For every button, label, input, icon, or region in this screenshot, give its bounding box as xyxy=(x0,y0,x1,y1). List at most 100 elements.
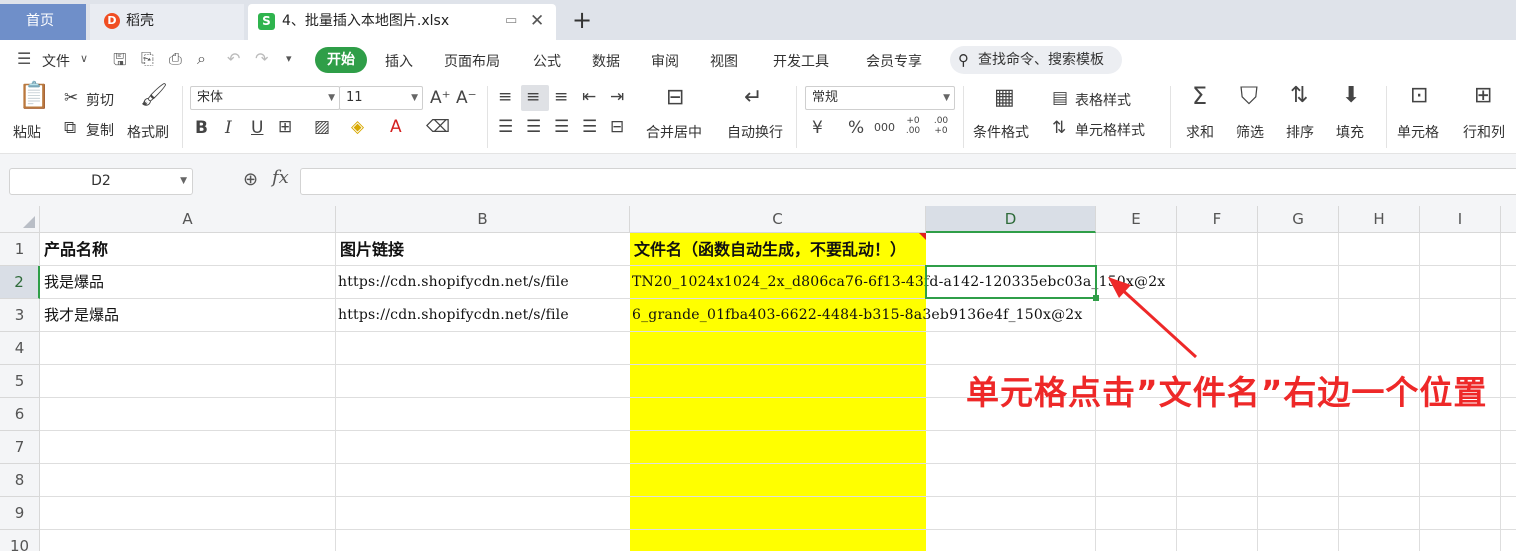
command-search[interactable]: ⚲ 查找命令、搜索模板 xyxy=(950,46,1122,74)
merge-center-button[interactable]: 合并居中 xyxy=(646,122,702,142)
fill-button[interactable]: 填充 xyxy=(1336,122,1364,142)
align-center-icon[interactable]: ☰ xyxy=(526,117,541,137)
save-icon[interactable]: 🖫 xyxy=(113,49,127,76)
tab-member[interactable]: 会员专享 xyxy=(866,51,922,71)
sum-button[interactable]: 求和 xyxy=(1186,122,1214,142)
cell-fill-icon[interactable]: ▨ xyxy=(314,117,330,137)
align-right-icon[interactable]: ☰ xyxy=(554,117,569,137)
row-header-7[interactable]: 7 xyxy=(0,431,40,464)
font-name-select[interactable]: 宋体 ▼ xyxy=(190,86,340,110)
tab-current-file[interactable]: S 4、批量插入本地图片.xlsx ▭ ✕ xyxy=(248,4,556,40)
align-middle-icon[interactable]: ≡ xyxy=(526,87,540,107)
filter-button[interactable]: 筛选 xyxy=(1236,122,1264,142)
tab-data[interactable]: 数据 xyxy=(592,51,620,71)
number-format-select[interactable]: 常规 ▼ xyxy=(805,86,955,110)
zoom-formula-icon[interactable]: ⊕ xyxy=(243,169,258,190)
format-painter-icon[interactable]: 🖌 xyxy=(140,85,168,107)
tab-home[interactable]: 首页 xyxy=(0,4,86,40)
tab-developer[interactable]: 开发工具 xyxy=(773,51,829,71)
decrease-font-icon[interactable]: A⁻ xyxy=(456,88,477,108)
tab-formulas[interactable]: 公式 xyxy=(533,51,561,71)
selected-cell-d2[interactable] xyxy=(925,265,1099,301)
border-icon[interactable]: ⊞ xyxy=(278,117,292,137)
print-preview-icon[interactable]: ⌕ xyxy=(197,49,206,69)
redo-icon[interactable]: ↷ xyxy=(255,49,268,68)
cell-style-icon[interactable]: ⇅ xyxy=(1052,118,1066,138)
column-header-i[interactable]: I xyxy=(1420,206,1501,233)
indent-icon[interactable]: ⇥ xyxy=(610,87,624,107)
cell-b2[interactable]: https://cdn.shopifycdn.net/s/file xyxy=(338,266,569,299)
row-header-5[interactable]: 5 xyxy=(0,365,40,398)
column-header-a[interactable]: A xyxy=(40,206,336,233)
row-header-1[interactable]: 1 xyxy=(0,233,40,266)
sheet-grid[interactable]: A B C D E F G H I 1 2 3 4 5 6 7 8 9 10 产… xyxy=(0,206,1516,551)
chevron-down-icon[interactable]: ∨ xyxy=(80,52,88,65)
hamburger-icon[interactable]: ☰ xyxy=(17,49,31,68)
undo-icon[interactable]: ↶ xyxy=(227,49,240,68)
monitor-icon[interactable]: ▭ xyxy=(505,4,517,38)
decrease-decimal-button[interactable]: .00 +0 xyxy=(930,116,952,136)
tab-start[interactable]: 开始 xyxy=(315,47,367,73)
table-style-icon[interactable]: ▤ xyxy=(1052,88,1068,108)
row-header-10[interactable]: 10 xyxy=(0,530,40,551)
align-bottom-icon[interactable]: ≡ xyxy=(554,87,568,107)
close-icon[interactable]: ✕ xyxy=(530,4,544,38)
bold-button[interactable]: B xyxy=(195,118,208,138)
italic-button[interactable]: I xyxy=(225,118,232,138)
wrap-text-icon[interactable]: ↵ xyxy=(744,87,762,109)
copy-icon[interactable]: ⧉ xyxy=(64,118,76,138)
sum-icon[interactable]: Σ xyxy=(1192,84,1207,108)
select-all-corner[interactable] xyxy=(0,206,40,233)
print-icon[interactable]: ⎙ xyxy=(169,49,182,69)
increase-decimal-button[interactable]: +0 .00 xyxy=(902,116,924,136)
eraser-icon[interactable]: ⌫ xyxy=(426,117,450,137)
table-style-button[interactable]: 表格样式 xyxy=(1075,90,1131,110)
sort-icon[interactable]: ⇅ xyxy=(1290,85,1308,107)
cell-b3[interactable]: https://cdn.shopifycdn.net/s/file xyxy=(338,299,569,332)
name-box[interactable]: D2 ▼ xyxy=(9,168,193,195)
tab-daoke[interactable]: D 稻壳 xyxy=(90,4,244,40)
new-tab-button[interactable]: + xyxy=(572,5,592,35)
format-painter-button[interactable]: 格式刷 xyxy=(127,122,169,142)
justify-icon[interactable]: ☰ xyxy=(582,117,597,137)
column-header-g[interactable]: G xyxy=(1258,206,1339,233)
export-icon[interactable]: ⎘ xyxy=(141,49,154,69)
cell-c1[interactable]: 文件名（函数自动生成，不要乱动！） xyxy=(634,233,906,266)
scissors-icon[interactable]: ✂ xyxy=(64,88,78,108)
sort-button[interactable]: 排序 xyxy=(1286,122,1314,142)
formula-input[interactable] xyxy=(300,168,1516,195)
cell-style-button[interactable]: 单元格样式 xyxy=(1075,120,1145,140)
font-color-icon[interactable]: A xyxy=(390,117,402,137)
increase-font-icon[interactable]: A⁺ xyxy=(430,88,451,108)
paste-icon[interactable]: 📋 xyxy=(18,83,50,109)
fill-color-icon[interactable]: ◈ xyxy=(351,117,364,137)
row-header-6[interactable]: 6 xyxy=(0,398,40,431)
cut-button[interactable]: 剪切 xyxy=(86,90,114,110)
cell-c3[interactable]: 6_grande_01fba403-6622-4484-b315-8a3eb91… xyxy=(632,299,1083,332)
conditional-format-icon[interactable]: ▦ xyxy=(994,87,1015,109)
row-header-4[interactable]: 4 xyxy=(0,332,40,365)
conditional-format-button[interactable]: 条件格式 xyxy=(973,122,1029,142)
outdent-icon[interactable]: ⇤ xyxy=(582,87,596,107)
column-header-j[interactable] xyxy=(1501,206,1516,233)
menu-file[interactable]: 文件 xyxy=(42,51,70,71)
fx-icon[interactable]: fx xyxy=(272,167,289,188)
currency-button[interactable]: ¥ xyxy=(812,118,823,138)
tab-review[interactable]: 审阅 xyxy=(651,51,679,71)
copy-button[interactable]: 复制 xyxy=(86,120,114,140)
align-top-icon[interactable]: ≡ xyxy=(498,87,512,107)
row-header-3[interactable]: 3 xyxy=(0,299,40,332)
cell-a2[interactable]: 我是爆品 xyxy=(44,266,104,299)
row-header-2[interactable]: 2 xyxy=(0,266,40,299)
column-header-e[interactable]: E xyxy=(1096,206,1177,233)
row-header-9[interactable]: 9 xyxy=(0,497,40,530)
filter-icon[interactable]: ⛉ xyxy=(1240,84,1258,108)
column-header-h[interactable]: H xyxy=(1339,206,1420,233)
percent-button[interactable]: % xyxy=(848,118,864,138)
align-left-icon[interactable]: ☰ xyxy=(498,117,513,137)
tab-insert[interactable]: 插入 xyxy=(385,51,413,71)
paste-button[interactable]: 粘贴 xyxy=(13,122,41,142)
distributed-icon[interactable]: ⊟ xyxy=(610,117,624,137)
column-header-c[interactable]: C xyxy=(630,206,926,233)
wrap-text-button[interactable]: 自动换行 xyxy=(727,122,783,142)
